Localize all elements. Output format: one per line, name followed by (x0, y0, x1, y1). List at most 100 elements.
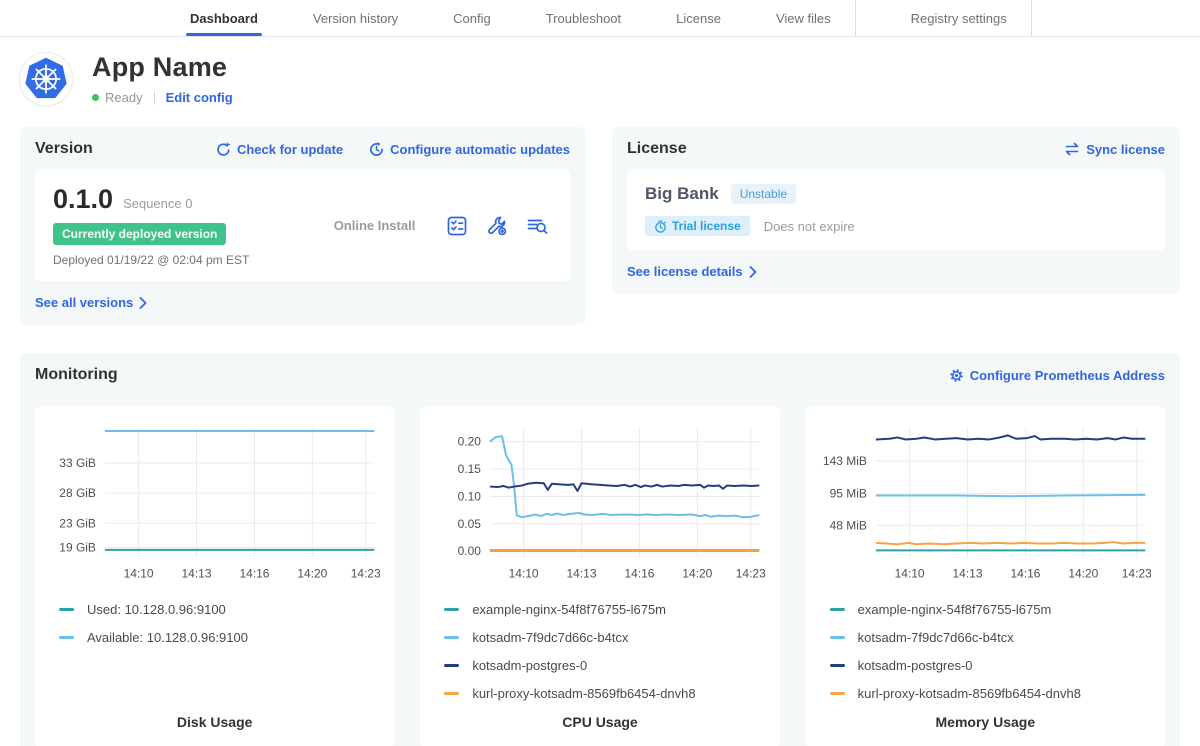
tab-license[interactable]: License (676, 0, 721, 36)
legend-item: example-nginx-54f8f76755-l675m (444, 596, 765, 624)
tab-troubleshoot[interactable]: Troubleshoot (546, 0, 621, 36)
disk-usage-legend: Used: 10.128.0.96:9100 Available: 10.128.… (49, 596, 380, 652)
app-header: App Name Ready Edit config (0, 37, 1200, 115)
memory-usage-chart: 143 MiB95 MiB48 MiB14:1014:1314:1614:201… (820, 418, 1151, 586)
version-card: Version Check for update (20, 127, 585, 325)
monitoring-section: Monitoring Configure Prometheus Address … (20, 353, 1180, 746)
svg-text:14:13: 14:13 (567, 567, 597, 581)
svg-text:14:16: 14:16 (625, 567, 655, 581)
tab-dashboard[interactable]: Dashboard (190, 0, 258, 36)
legend-swatch (830, 664, 845, 667)
svg-text:14:20: 14:20 (297, 567, 327, 581)
svg-text:33 GiB: 33 GiB (59, 456, 96, 470)
memory-usage-chart-card: 143 MiB95 MiB48 MiB14:1014:1314:1614:201… (806, 406, 1165, 746)
deployed-badge: Currently deployed version (53, 223, 226, 245)
svg-text:0.15: 0.15 (458, 462, 482, 476)
preflight-checklist-icon[interactable] (446, 215, 468, 237)
clock-refresh-icon (369, 142, 384, 157)
tab-registry-settings[interactable]: Registry settings (911, 0, 1032, 36)
svg-text:0.20: 0.20 (458, 435, 482, 449)
legend-item: example-nginx-54f8f76755-l675m (830, 596, 1151, 624)
disk-usage-chart-card: 33 GiB28 GiB23 GiB19 GiB14:1014:1314:161… (35, 406, 394, 746)
legend-label: Used: 10.128.0.96:9100 (87, 602, 226, 617)
legend-label: kotsadm-7f9dc7d66c-b4tcx (858, 630, 1014, 645)
tab-version-history[interactable]: Version history (313, 0, 398, 36)
configure-prometheus-label: Configure Prometheus Address (970, 368, 1165, 383)
legend-swatch (830, 608, 845, 611)
svg-text:0.05: 0.05 (458, 517, 482, 531)
svg-text:14:20: 14:20 (1068, 567, 1098, 581)
config-wrench-icon[interactable] (486, 215, 508, 237)
status-ready-dot (92, 94, 99, 101)
gear-icon (949, 368, 964, 383)
legend-label: kurl-proxy-kotsadm-8569fb6454-dnvh8 (472, 686, 695, 701)
trial-license-label: Trial license (672, 219, 741, 233)
memory-usage-legend: example-nginx-54f8f76755-l675m kotsadm-7f… (820, 596, 1151, 708)
svg-text:14:10: 14:10 (509, 567, 539, 581)
license-details-card: Big Bank Unstable Trial license Does not… (627, 170, 1165, 250)
see-license-details-link[interactable]: See license details (627, 264, 1165, 279)
disk-usage-chart: 33 GiB28 GiB23 GiB19 GiB14:1014:1314:161… (49, 418, 380, 586)
legend-swatch (59, 636, 74, 639)
legend-swatch (444, 636, 459, 639)
cpu-usage-chart-card: 0.200.150.100.050.0014:1014:1314:1614:20… (420, 406, 779, 746)
chart-title-disk: Disk Usage (49, 714, 380, 730)
trial-license-badge: Trial license (645, 216, 750, 236)
legend-item: Used: 10.128.0.96:9100 (59, 596, 380, 624)
configure-auto-updates-link[interactable]: Configure automatic updates (369, 142, 570, 157)
legend-label: example-nginx-54f8f76755-l675m (858, 602, 1052, 617)
legend-label: Available: 10.128.0.96:9100 (87, 630, 248, 645)
legend-swatch (444, 664, 459, 667)
legend-label: kurl-proxy-kotsadm-8569fb6454-dnvh8 (858, 686, 1081, 701)
svg-text:48 MiB: 48 MiB (829, 518, 866, 532)
svg-text:14:23: 14:23 (1121, 567, 1151, 581)
deployed-timestamp: Deployed 01/19/22 @ 02:04 pm EST (53, 253, 303, 267)
see-all-versions-link[interactable]: See all versions (35, 295, 570, 310)
refresh-icon (216, 142, 231, 157)
edit-config-link[interactable]: Edit config (166, 90, 233, 105)
legend-label: kotsadm-postgres-0 (472, 658, 587, 673)
svg-text:14:13: 14:13 (952, 567, 982, 581)
legend-swatch (59, 608, 74, 611)
install-type-label: Online Install (303, 218, 446, 233)
top-nav: Dashboard Version history Config Trouble… (0, 0, 1200, 37)
legend-item: Available: 10.128.0.96:9100 (59, 624, 380, 652)
view-logs-icon[interactable] (526, 215, 548, 237)
svg-text:14:23: 14:23 (351, 567, 381, 581)
license-card-title: License (627, 140, 687, 158)
legend-item: kotsadm-7f9dc7d66c-b4tcx (830, 624, 1151, 652)
legend-item: kotsadm-7f9dc7d66c-b4tcx (444, 624, 765, 652)
svg-text:14:13: 14:13 (182, 567, 212, 581)
tab-view-files[interactable]: View files (776, 0, 856, 36)
svg-text:14:23: 14:23 (736, 567, 766, 581)
check-for-update-label: Check for update (237, 142, 343, 157)
chevron-right-icon (749, 266, 757, 278)
license-expiry: Does not expire (764, 219, 855, 234)
tab-config[interactable]: Config (453, 0, 491, 36)
svg-text:95 MiB: 95 MiB (829, 487, 866, 501)
version-card-title: Version (35, 140, 93, 158)
svg-text:28 GiB: 28 GiB (59, 486, 96, 500)
svg-text:23 GiB: 23 GiB (59, 516, 96, 530)
svg-text:14:20: 14:20 (683, 567, 713, 581)
chart-title-cpu: CPU Usage (434, 714, 765, 730)
sync-arrows-icon (1064, 142, 1080, 156)
svg-text:14:10: 14:10 (894, 567, 924, 581)
current-version-card: 0.1.0 Sequence 0 Currently deployed vers… (35, 170, 570, 281)
version-number: 0.1.0 (53, 184, 113, 215)
legend-item: kurl-proxy-kotsadm-8569fb6454-dnvh8 (830, 680, 1151, 708)
cpu-usage-chart: 0.200.150.100.050.0014:1014:1314:1614:20… (434, 418, 765, 586)
sequence-label: Sequence 0 (123, 196, 192, 211)
chevron-right-icon (139, 297, 147, 309)
svg-text:14:16: 14:16 (1010, 567, 1040, 581)
legend-swatch (444, 692, 459, 695)
legend-label: kotsadm-postgres-0 (858, 658, 973, 673)
chart-title-memory: Memory Usage (820, 714, 1151, 730)
sync-license-label: Sync license (1086, 142, 1165, 157)
check-for-update-link[interactable]: Check for update (216, 142, 343, 157)
configure-prometheus-link[interactable]: Configure Prometheus Address (949, 368, 1165, 383)
stopwatch-icon (654, 220, 667, 233)
page-title: App Name (92, 52, 233, 83)
svg-text:14:10: 14:10 (124, 567, 154, 581)
sync-license-link[interactable]: Sync license (1064, 142, 1165, 157)
